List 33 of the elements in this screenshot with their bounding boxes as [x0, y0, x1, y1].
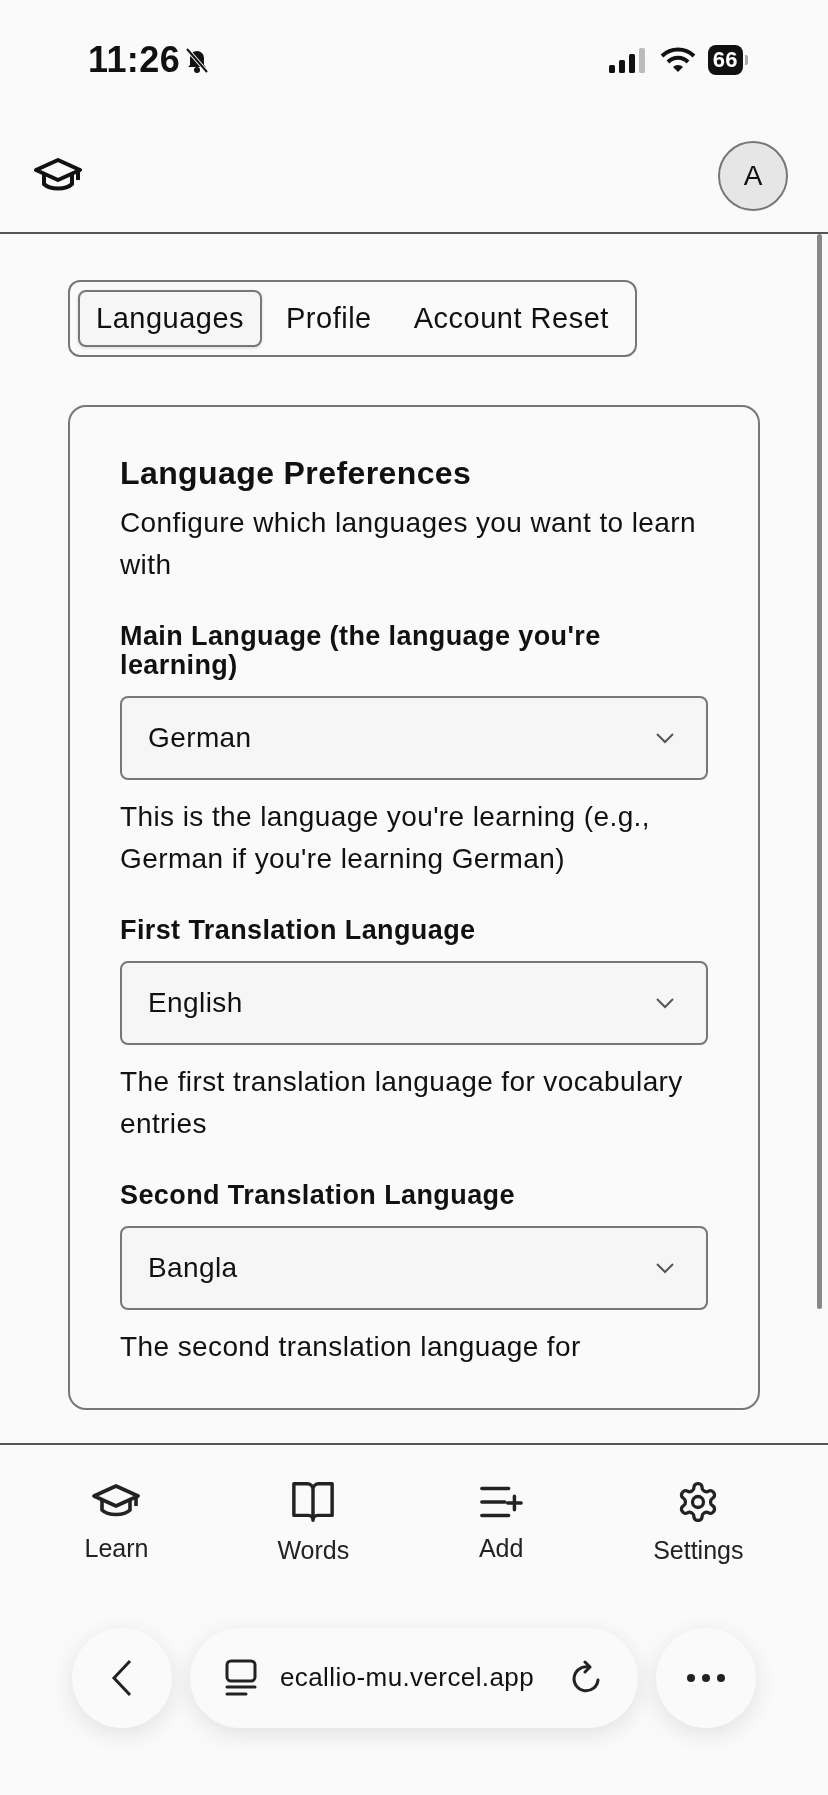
language-select[interactable]: English: [120, 961, 708, 1045]
field-label: First Translation Language: [120, 916, 477, 945]
page-icon: [224, 1658, 258, 1697]
help-text: The first translation language for vocabulary entries: [120, 1065, 684, 1141]
scrollbar[interactable]: [817, 234, 822, 1309]
nav-item[interactable]: Settings: [647, 1479, 750, 1566]
card-title: Language Preferences: [120, 455, 473, 492]
book-icon: [290, 1480, 337, 1524]
help-text: This is the language you're learning (e.g., German if you're learning German): [120, 800, 651, 876]
nav-item[interactable]: Learn: [78, 1481, 155, 1564]
bell-muted-icon: [184, 46, 211, 74]
tab[interactable]: Languages: [78, 290, 263, 347]
signal-icon: [607, 47, 648, 73]
chevron-down-icon: [654, 996, 676, 1010]
url-text: ecallio-mu.vercel.app: [280, 1662, 536, 1693]
tab[interactable]: Account Reset: [395, 290, 627, 347]
wifi-icon: [659, 47, 696, 73]
tab[interactable]: Profile: [268, 290, 390, 347]
nav-item[interactable]: Words: [271, 1479, 356, 1566]
field-label: Second Translation Language: [120, 1181, 516, 1210]
field-label: Main Language (the language you're learning): [120, 622, 602, 680]
avatar-button[interactable]: A: [718, 141, 788, 211]
help-text: The second translation language for: [120, 1330, 582, 1364]
status-time: 11:26: [88, 39, 181, 81]
chevron-down-icon: [654, 731, 676, 745]
chevron-down-icon: [654, 1261, 676, 1275]
language-select[interactable]: Bangla: [120, 1226, 708, 1310]
address-bar[interactable]: ecallio-mu.vercel.app: [190, 1627, 638, 1728]
nav-item[interactable]: Add: [472, 1481, 531, 1564]
card-description: Configure which languages you want to learn with: [120, 506, 697, 582]
chevron-left-icon: [111, 1658, 133, 1697]
language-select[interactable]: German: [120, 696, 708, 780]
more-icon: [686, 1672, 726, 1683]
